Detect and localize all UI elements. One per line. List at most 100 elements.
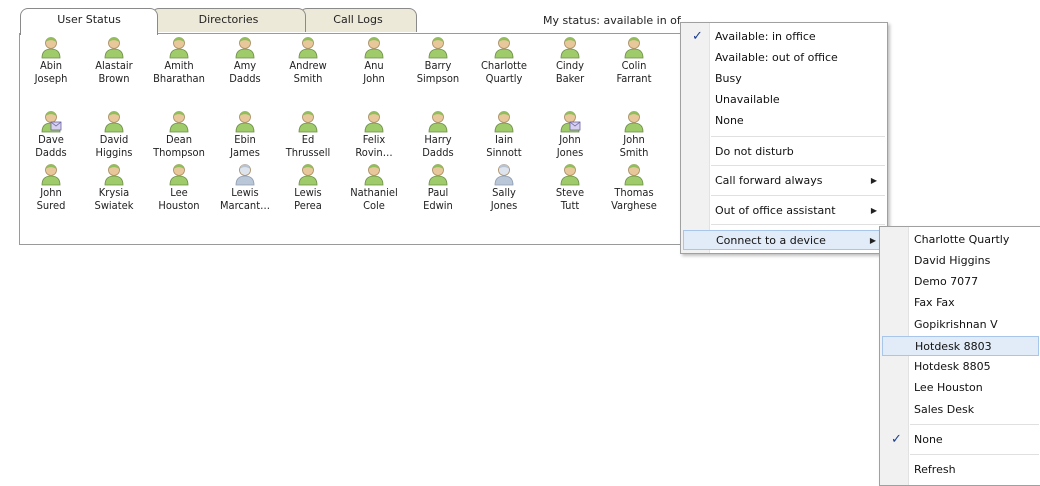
contact-name: Nathaniel Cole	[350, 186, 398, 212]
person-icon	[493, 35, 515, 59]
contact-name: Lewis Marcant…	[220, 186, 270, 212]
menu-item-label: Do not disturb	[715, 145, 794, 158]
status-menu-item-none[interactable]: None	[683, 111, 885, 131]
contact-item[interactable]: Andrew Smith	[277, 35, 339, 85]
voicemail-person-icon	[40, 109, 62, 133]
person-icon	[427, 109, 449, 133]
tab-user-status[interactable]: User Status	[20, 8, 158, 35]
contact-name: John Jones	[556, 133, 584, 159]
menu-item-label: Connect to a device	[716, 234, 826, 247]
contact-item[interactable]: Colin Farrant	[603, 35, 665, 85]
contact-item[interactable]: Dean Thompson	[148, 109, 210, 159]
contact-name: Andrew Smith	[289, 59, 327, 85]
contact-item[interactable]: Krysia Swiatek	[83, 162, 145, 212]
person-icon	[363, 162, 385, 186]
status-menu-item-connect-to-a-device[interactable]: Connect to a device ▶	[683, 230, 885, 250]
contact-item[interactable]: Thomas Varghese	[603, 162, 665, 212]
menu-item-label: Gopikrishnan V	[914, 318, 998, 331]
contact-name: Paul Edwin	[423, 186, 453, 212]
menu-separator	[711, 195, 885, 196]
contact-item[interactable]: John Jones	[539, 109, 601, 159]
contact-name: John Smith	[619, 133, 649, 159]
contact-name: Charlotte Quartly	[481, 59, 527, 85]
device-menu-item-gopikrishnan-v[interactable]: Gopikrishnan V	[882, 315, 1039, 335]
device-menu-item-hotdesk-8805[interactable]: Hotdesk 8805	[882, 357, 1039, 377]
status-menu-item-unavailable[interactable]: Unavailable	[683, 90, 885, 110]
contact-item[interactable]: Lewis Perea	[277, 162, 339, 212]
contact-item[interactable]: Iain Sinnott	[473, 109, 535, 159]
status-menu-item-out-of-office-assistant[interactable]: Out of office assistant ▶	[683, 201, 885, 221]
menu-item-label: Hotdesk 8803	[915, 340, 992, 353]
contact-item[interactable]: Anu John	[343, 35, 405, 85]
contact-item[interactable]: John Smith	[603, 109, 665, 159]
contact-name: Lee Houston	[158, 186, 200, 212]
menu-item-label: Available: out of office	[715, 51, 838, 64]
status-menu-item-busy[interactable]: Busy	[683, 69, 885, 89]
tab-directories[interactable]: Directories	[151, 8, 306, 32]
device-menu-item-sales-desk[interactable]: Sales Desk	[882, 400, 1039, 420]
contact-item[interactable]: Paul Edwin	[407, 162, 469, 212]
contact-name: John Sured	[36, 186, 66, 212]
device-menu-item-lee-houston[interactable]: Lee Houston	[882, 378, 1039, 398]
contact-item[interactable]: Ebin James	[214, 109, 276, 159]
device-menu-item-hotdesk-8803[interactable]: Hotdesk 8803	[882, 336, 1039, 356]
person-icon	[168, 162, 190, 186]
contact-name: David Higgins	[95, 133, 133, 159]
status-menu-item-available-in-office[interactable]: ✓ Available: in office	[683, 27, 885, 47]
submenu-arrow-icon: ▶	[870, 176, 877, 185]
contact-item[interactable]: Alastair Brown	[83, 35, 145, 85]
person-icon	[234, 109, 256, 133]
person-icon	[40, 35, 62, 59]
menu-item-label: None	[715, 114, 744, 127]
submenu-arrow-icon: ▶	[870, 206, 877, 215]
device-menu-item-david-higgins[interactable]: David Higgins	[882, 251, 1039, 271]
person-icon	[623, 162, 645, 186]
contact-name: Dean Thompson	[153, 133, 205, 159]
contact-item[interactable]: Steve Tutt	[539, 162, 601, 212]
menu-separator	[711, 224, 885, 225]
device-menu-item-refresh[interactable]: Refresh	[882, 460, 1039, 480]
person-icon	[297, 162, 319, 186]
contact-item[interactable]: Sally Jones	[473, 162, 535, 212]
contact-item[interactable]: Nathaniel Cole	[343, 162, 405, 212]
person-icon	[559, 162, 581, 186]
device-menu-item-fax-fax[interactable]: Fax Fax	[882, 293, 1039, 313]
contact-item[interactable]: Amith Bharathan	[148, 35, 210, 85]
menu-item-label: Charlotte Quartly	[914, 233, 1010, 246]
person-icon	[623, 109, 645, 133]
menu-item-label: Sales Desk	[914, 403, 975, 416]
person-icon	[559, 35, 581, 59]
device-menu-item-demo-7077[interactable]: Demo 7077	[882, 272, 1039, 292]
person-icon	[363, 109, 385, 133]
contact-item[interactable]: John Sured	[20, 162, 82, 212]
device-menu-item-charlotte-quartly[interactable]: Charlotte Quartly	[882, 230, 1039, 250]
menu-item-label: Refresh	[914, 463, 956, 476]
contact-item[interactable]: Abin Joseph	[20, 35, 82, 85]
device-submenu: Charlotte Quartly David Higgins Demo 7077 F…	[879, 226, 1040, 486]
tab-call-logs[interactable]: Call Logs	[299, 8, 417, 32]
contact-name: Alastair Brown	[95, 59, 133, 85]
contact-item[interactable]: Cindy Baker	[539, 35, 601, 85]
contact-item[interactable]: Lewis Marcant…	[214, 162, 276, 212]
contact-item[interactable]: Charlotte Quartly	[473, 35, 535, 85]
person-icon	[363, 35, 385, 59]
contact-item[interactable]: Barry Simpson	[407, 35, 469, 85]
contact-item[interactable]: Dave Dadds	[20, 109, 82, 159]
contact-name: Steve Tutt	[555, 186, 585, 212]
contact-item[interactable]: Harry Dadds	[407, 109, 469, 159]
contact-item[interactable]: Ed Thrussell	[277, 109, 339, 159]
offline-person-icon	[234, 162, 256, 186]
device-menu-item-none[interactable]: ✓ None	[882, 430, 1039, 450]
contact-item[interactable]: Lee Houston	[148, 162, 210, 212]
status-menu-item-available-out-of-office[interactable]: Available: out of office	[683, 48, 885, 68]
menu-item-label: Unavailable	[715, 93, 780, 106]
menu-separator	[910, 424, 1039, 425]
status-menu-item-call-forward-always[interactable]: Call forward always ▶	[683, 171, 885, 191]
contact-item[interactable]: Felix Rovin…	[343, 109, 405, 159]
contact-name: Sally Jones	[490, 186, 518, 212]
person-icon	[297, 35, 319, 59]
status-menu-item-do-not-disturb[interactable]: Do not disturb	[683, 142, 885, 162]
contact-item[interactable]: Amy Dadds	[214, 35, 276, 85]
checkmark-icon: ✓	[692, 29, 703, 44]
contact-item[interactable]: David Higgins	[83, 109, 145, 159]
